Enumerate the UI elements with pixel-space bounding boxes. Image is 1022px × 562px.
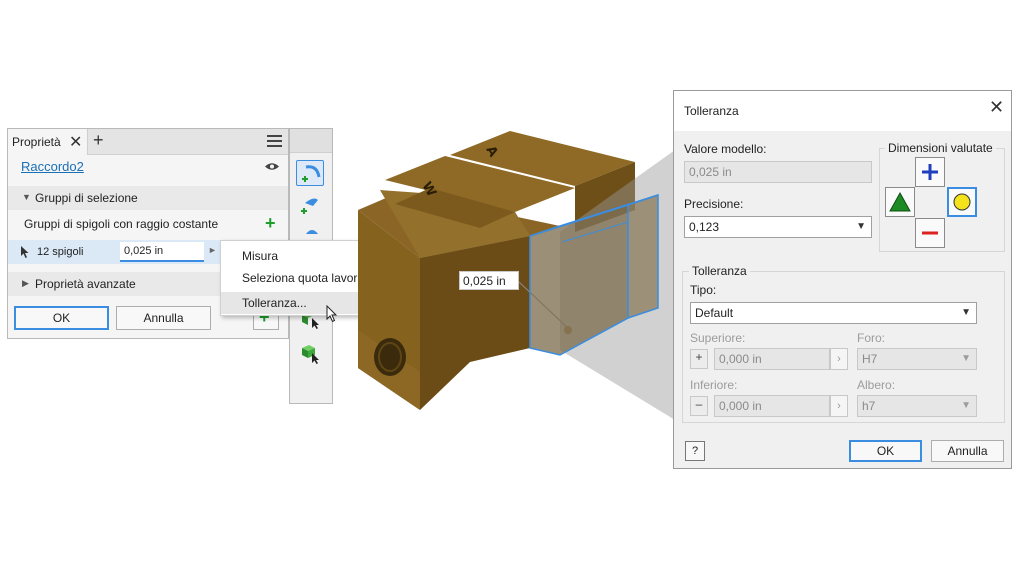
full-round-tool-button[interactable] (296, 226, 324, 238)
type-value: Default (695, 306, 734, 320)
dialog-title: Tolleranza (684, 104, 739, 118)
ok-button-label: OK (52, 311, 71, 325)
upper-dim-button[interactable] (915, 157, 945, 187)
mouse-pointer-icon (326, 305, 338, 323)
upper-label: Superiore: (690, 331, 746, 345)
section-selection-groups[interactable]: ▼ Gruppi di selezione (8, 186, 288, 210)
type-select[interactable]: Default ▼ (690, 302, 977, 324)
lower-spin-icon: › (830, 395, 848, 417)
lower-label: Inferiore: (690, 378, 738, 392)
help-icon: ? (691, 445, 699, 457)
shaft-select: h7 ▼ (857, 395, 977, 417)
tolerance-group-label: Tolleranza (689, 264, 750, 278)
chevron-down-icon: ▼ (856, 221, 866, 232)
model-viewport[interactable]: W A (340, 110, 680, 430)
edge-fillet-icon (302, 165, 321, 182)
upper-sign-icon: + (690, 349, 708, 369)
chevron-down-icon: ▼ (22, 192, 31, 202)
dialog-ok-button[interactable]: OK (849, 440, 922, 462)
hole-label: Foro: (857, 331, 886, 345)
model-value-field: 0,025 in (684, 161, 872, 183)
edge-fillet-tool-button[interactable] (296, 160, 324, 186)
upper-value-field: 0,000 in (714, 348, 830, 370)
radius-input[interactable]: 0,025 in (120, 242, 204, 262)
chevron-down-icon: ▼ (961, 400, 971, 411)
precision-select[interactable]: 0,123 ▼ (684, 216, 872, 238)
lower-value-field: 0,000 in (714, 395, 830, 417)
lower-sign-icon: – (690, 396, 708, 416)
dialog-cancel-button[interactable]: Annulla (931, 440, 1004, 462)
dialog-titlebar: Tolleranza ✕ (674, 91, 1011, 131)
precision-label: Precisione: (684, 197, 744, 211)
upper-value-text: 0,000 in (719, 352, 762, 366)
tolerance-dialog: Tolleranza ✕ Valore modello: 0,025 in Pr… (673, 90, 1012, 469)
median-dim-button[interactable] (947, 187, 977, 217)
plus-icon (922, 164, 938, 180)
shaft-label: Albero: (857, 378, 896, 392)
flyout-arrow-icon[interactable]: ► (208, 245, 217, 255)
lower-value-text: 0,000 in (719, 399, 762, 413)
minus-icon (922, 231, 938, 235)
dimension-value-text: 0,025 in (463, 274, 506, 288)
section-advanced-label: Proprietà avanzate (35, 277, 136, 291)
model-value-text: 0,025 in (689, 165, 732, 179)
hole-select: H7 ▼ (857, 348, 977, 370)
full-round-icon (306, 230, 318, 234)
hole-value: H7 (862, 352, 878, 366)
toolbar-header (290, 129, 332, 153)
precision-value: 0,123 (689, 220, 720, 234)
close-icon[interactable]: ✕ (989, 97, 1004, 118)
circle-icon (953, 193, 971, 211)
properties-tabbar: Proprietà ✕ + (8, 129, 288, 155)
radius-input-value: 0,025 in (124, 245, 164, 257)
add-tab-icon[interactable]: + (93, 130, 104, 151)
face-fillet-tool-button[interactable] (296, 193, 324, 219)
section-selection-label: Gruppi di selezione (35, 191, 138, 205)
chevron-right-icon: ▶ (22, 278, 29, 288)
visibility-eye-icon[interactable] (265, 162, 279, 171)
group-title: Gruppi di spigoli con raggio costante (24, 217, 219, 231)
dimension-value-label: 0,025 in (459, 271, 519, 290)
face-fillet-icon (301, 198, 318, 214)
add-group-icon[interactable]: + (265, 213, 276, 234)
model-value-label: Valore modello: (684, 142, 767, 156)
dialog-cancel-label: Annulla (947, 444, 988, 458)
chevron-down-icon: ▼ (961, 307, 971, 318)
evaluated-dims-label: Dimensioni valutate (885, 141, 996, 155)
select-body-tool-button[interactable] (296, 340, 324, 366)
upper-spin-icon: › (830, 348, 848, 370)
lower-dim-button[interactable] (915, 218, 945, 248)
nominal-dim-button[interactable] (885, 187, 915, 217)
triangle-icon (889, 191, 911, 212)
dialog-ok-label: OK (876, 444, 895, 458)
chevron-down-icon: ▼ (961, 353, 971, 364)
select-body-icon (302, 345, 319, 364)
hamburger-menu-icon[interactable] (267, 135, 282, 148)
help-button[interactable]: ? (685, 441, 705, 461)
cancel-button-label: Annulla (143, 311, 184, 325)
ok-button[interactable]: OK (14, 306, 109, 330)
close-icon[interactable]: ✕ (69, 132, 82, 152)
selection-box-side (628, 195, 658, 318)
tab-properties-label: Proprietà (12, 135, 61, 149)
feature-name-field[interactable]: Raccordo2 (21, 159, 84, 174)
shaft-value: h7 (862, 399, 876, 413)
edges-count-label: 12 spigoli (37, 246, 84, 258)
menu-item-tolerance-label: Tolleranza... (242, 296, 307, 310)
menu-item-measure-label: Misura (242, 249, 279, 263)
block-front-face (420, 236, 530, 410)
type-label: Tipo: (690, 283, 717, 297)
select-cursor-icon (21, 246, 29, 258)
cancel-button[interactable]: Annulla (116, 306, 211, 330)
